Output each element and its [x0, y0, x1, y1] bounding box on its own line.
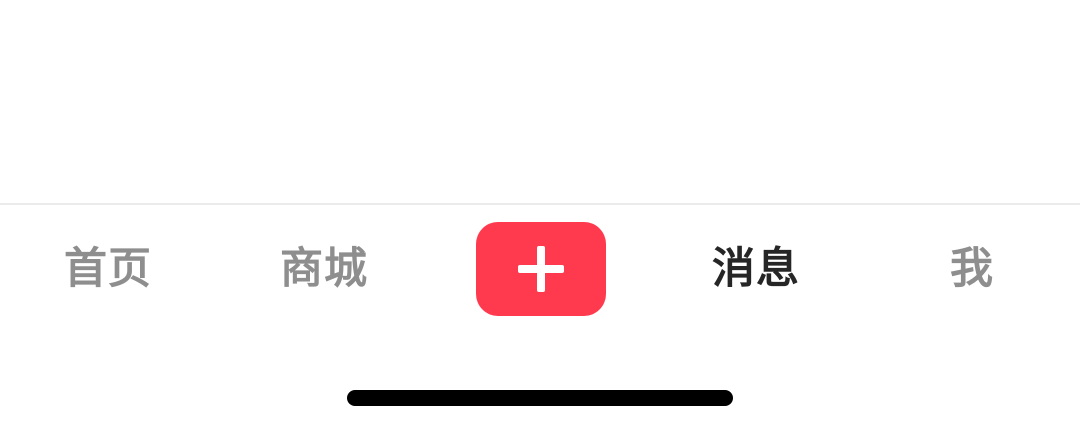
tab-home[interactable]: 首页 — [40, 205, 176, 335]
tab-mall[interactable]: 商城 — [256, 205, 392, 335]
app-screen: 首页 商城 消息 我 — [0, 0, 1080, 429]
tab-messages[interactable]: 消息 — [686, 205, 826, 335]
tab-messages-label: 消息 — [712, 243, 800, 294]
tab-me-label: 我 — [950, 243, 994, 294]
publish-button[interactable] — [476, 222, 606, 316]
plus-icon — [518, 246, 564, 292]
content-area — [0, 0, 1080, 203]
tab-mall-label: 商城 — [280, 243, 368, 294]
bottom-tab-bar: 首页 商城 消息 我 — [0, 203, 1080, 335]
tab-home-label: 首页 — [64, 243, 152, 294]
tab-me[interactable]: 我 — [936, 205, 1008, 335]
home-indicator[interactable] — [347, 390, 733, 406]
